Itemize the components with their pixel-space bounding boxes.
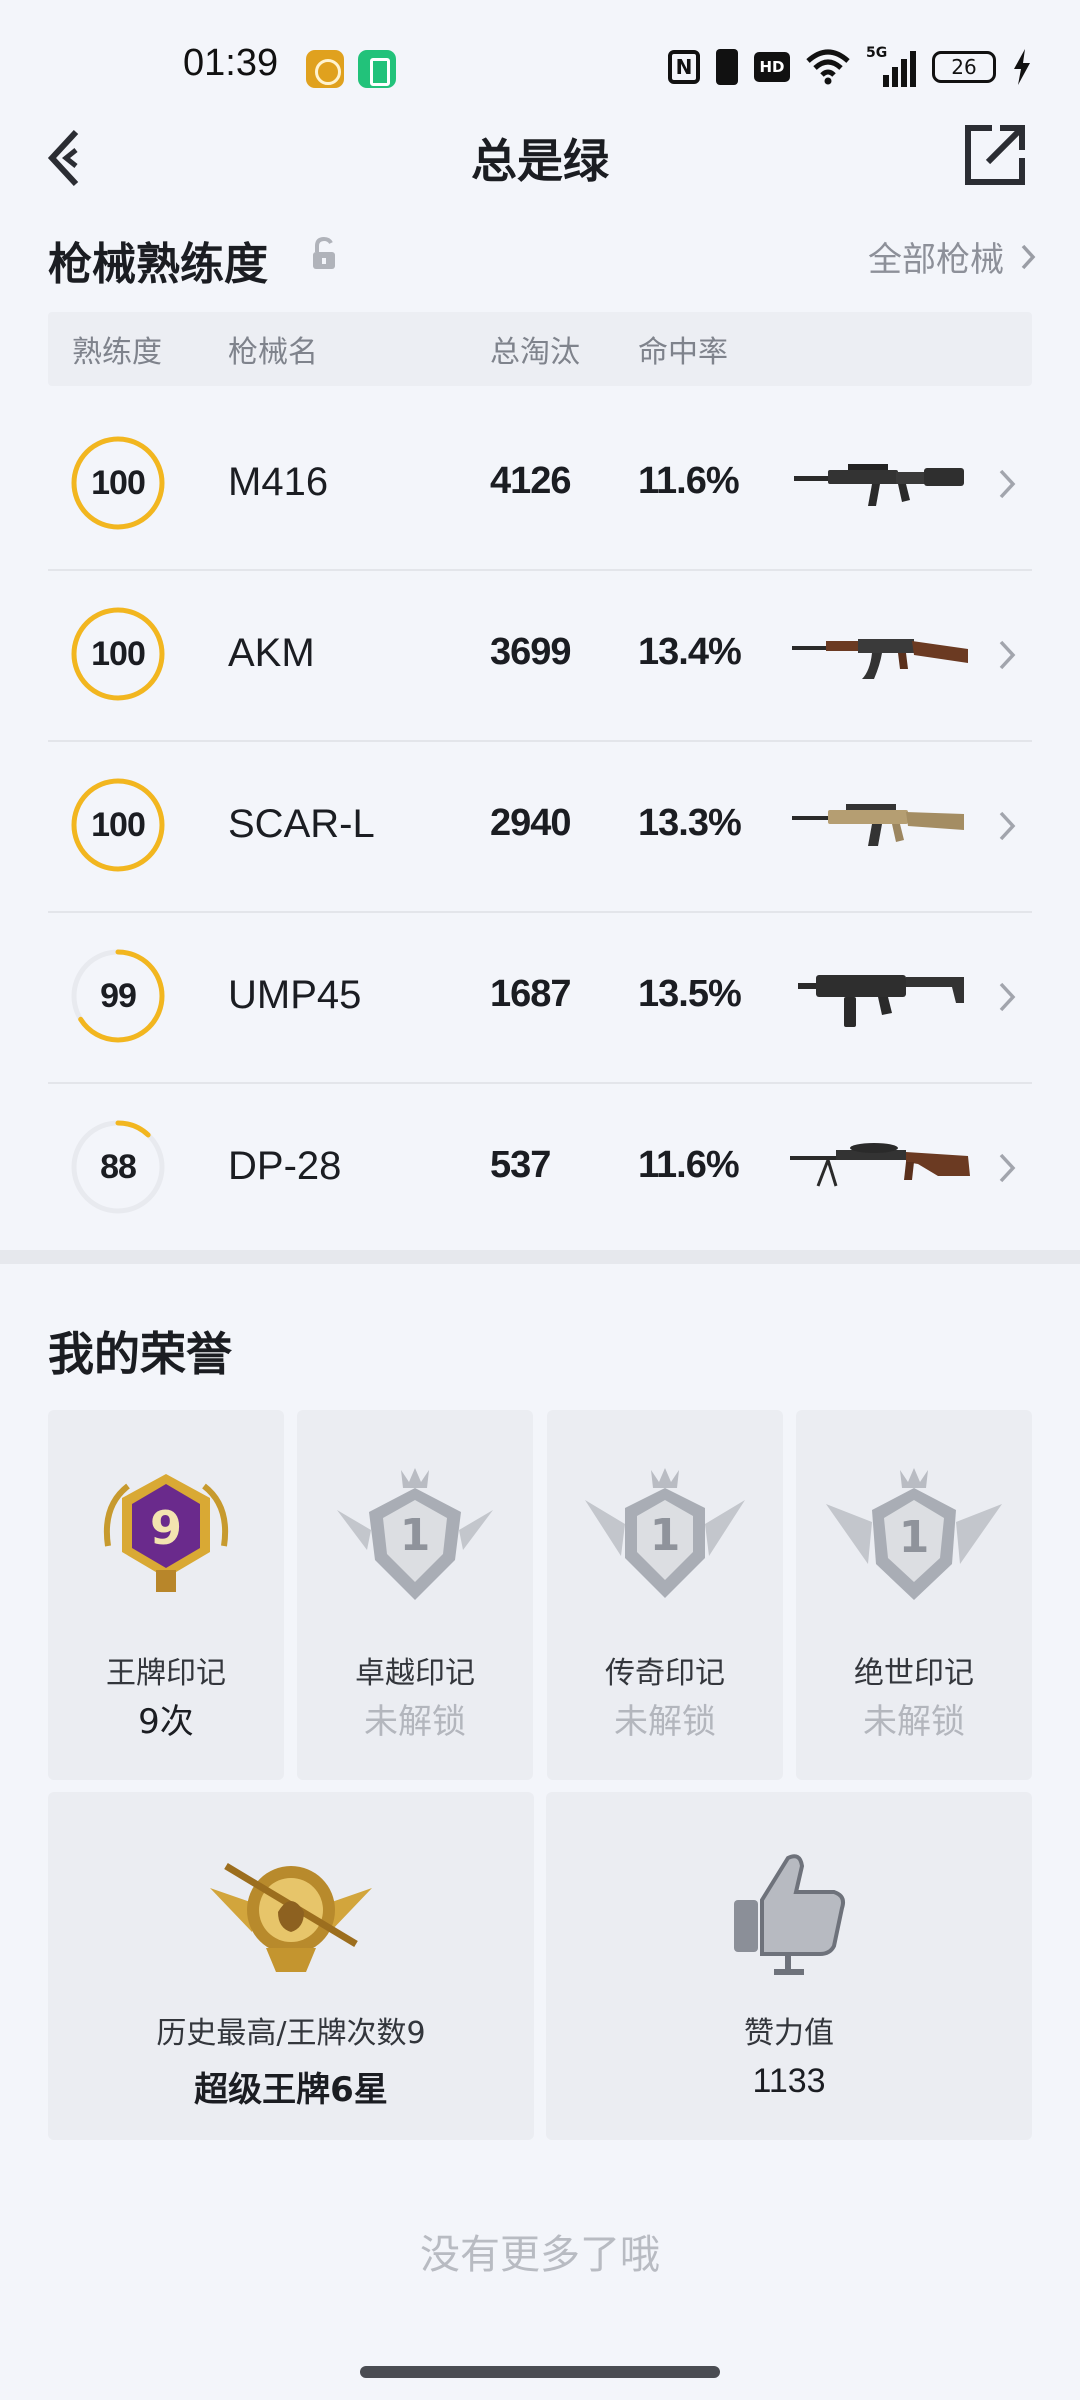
chevron-right-icon [999,640,1016,670]
col-total-kills: 总淘汰 [490,335,580,370]
peerless-badge-number: 1 [899,1512,930,1563]
col-mastery: 熟练度 [72,335,162,370]
ace-badge-card[interactable]: 9 王牌印记 9次 [48,1410,284,1780]
weapon-hit-rate: 11.6% [638,460,740,502]
weapon-name: AKM [228,631,315,675]
badge-value: 9次 [138,1702,194,1742]
likes-card[interactable]: 赞力值 1133 [546,1792,1032,2140]
weapon-name: M416 [228,460,329,504]
weapon-hit-rate: 13.5% [638,973,742,1015]
weapon-name: UMP45 [228,973,362,1017]
chevron-right-icon [1021,244,1036,269]
mastery-value: 99 [100,976,137,1015]
mastery-value: 88 [100,1147,137,1186]
dp28-lmg-image [790,1143,970,1187]
peerless-badge-card[interactable]: 1 绝世印记 未解锁 [796,1410,1032,1780]
chevron-right-icon [999,811,1016,841]
weapon-name: DP-28 [228,1144,342,1188]
chevron-right-icon [999,982,1016,1012]
page-title: 总是绿 [471,134,609,188]
weapon-list: 100 M416 4126 11.6% 100 AKM 3699 13.4% 1… [48,400,1032,1255]
weapon-row[interactable]: 99 UMP45 1687 13.5% [48,913,1032,1084]
section-divider [0,1250,1080,1264]
status-icons: N HD 5G 26 [668,44,1032,90]
weapon-hit-rate: 13.4% [638,631,742,673]
mastery-value: 100 [91,634,146,673]
no-more-text: 没有更多了哦 [420,2232,660,2278]
excellence-badge-number: 1 [400,1510,431,1561]
chevron-right-icon [999,469,1016,499]
col-weapon-name: 枪械名 [228,335,318,370]
legend-badge-icon: 1 [585,1468,745,1598]
excellence-badge-icon: 1 [337,1468,493,1600]
badge-value: 未解锁 [863,1702,965,1742]
super-ace-rank-icon [210,1862,372,1972]
battery-app-notification-icon [358,50,396,88]
ump45-smg-image [798,975,964,1027]
badge-value: 未解锁 [364,1702,466,1742]
weapon-hit-rate: 11.6% [638,1144,740,1186]
weapon-kills: 2940 [490,802,572,844]
ace-badge-icon: 9 [103,1474,229,1592]
home-indicator[interactable] [360,2366,720,2378]
status-bar: 01:39 N HD 5G 26 [0,0,1080,135]
col-hit-rate: 命中率 [638,335,728,370]
weapon-kills: 3699 [490,631,572,673]
m416-rifle-image [794,464,964,506]
badge-label: 绝世印记 [854,1656,974,1691]
mastery-value: 100 [91,805,146,844]
highest-rank-value: 超级王牌6星 [194,2070,388,2110]
badge-label: 卓越印记 [355,1656,475,1691]
weapon-table-header: 熟练度 枪械名 总淘汰 命中率 [48,312,1032,386]
mastery-value: 100 [91,463,146,502]
weapon-kills: 4126 [490,460,572,502]
highest-rank-label: 历史最高/王牌次数9 [156,2016,426,2051]
scar-l-rifle-image [792,804,964,846]
weapon-row[interactable]: 100 M416 4126 11.6% [48,400,1032,571]
hd-icon: HD [754,52,790,82]
chevron-right-icon [999,1153,1016,1183]
all-weapons-link[interactable]: 全部枪械 [868,232,1036,281]
battery-icon: 26 [932,51,996,83]
nfc-icon: N [668,50,700,84]
share-icon[interactable] [962,122,1028,188]
weapon-kills: 537 [490,1144,551,1186]
highest-rank-card[interactable]: 历史最高/王牌次数9 超级王牌6星 [48,1792,534,2140]
charging-icon [1012,49,1032,85]
status-time: 01:39 [183,42,279,84]
weapon-hit-rate: 13.3% [638,802,742,844]
likes-value: 1133 [752,2062,826,2100]
app-notification-icon [306,50,344,88]
lock-icon[interactable] [310,236,338,272]
badge-value: 未解锁 [614,1702,716,1742]
akm-rifle-image [792,639,968,679]
cellular-signal-icon: 5G [866,45,916,87]
weapon-mastery-title: 枪械熟练度 [48,239,268,290]
weapon-row[interactable]: 88 DP-28 537 11.6% [48,1084,1032,1255]
badge-label: 传奇印记 [605,1656,725,1691]
legend-badge-card[interactable]: 1 传奇印记 未解锁 [547,1410,783,1780]
thumbs-up-icon [734,1854,845,1975]
peerless-badge-icon: 1 [826,1468,1002,1600]
legend-badge-number: 1 [650,1510,681,1561]
likes-label: 赞力值 [744,2016,834,2051]
weapon-kills: 1687 [490,973,572,1015]
weapon-row[interactable]: 100 SCAR-L 2940 13.3% [48,742,1032,913]
honors-title: 我的荣誉 [48,1327,232,1381]
ace-badge-number: 9 [150,1501,182,1555]
weapon-row[interactable]: 100 AKM 3699 13.4% [48,571,1032,742]
badge-label: 王牌印记 [106,1656,226,1691]
wifi-icon [806,49,850,85]
vibrate-icon [716,49,738,85]
weapon-name: SCAR-L [228,802,375,846]
all-weapons-label: 全部枪械 [868,240,1004,280]
excellence-badge-card[interactable]: 1 卓越印记 未解锁 [297,1410,533,1780]
